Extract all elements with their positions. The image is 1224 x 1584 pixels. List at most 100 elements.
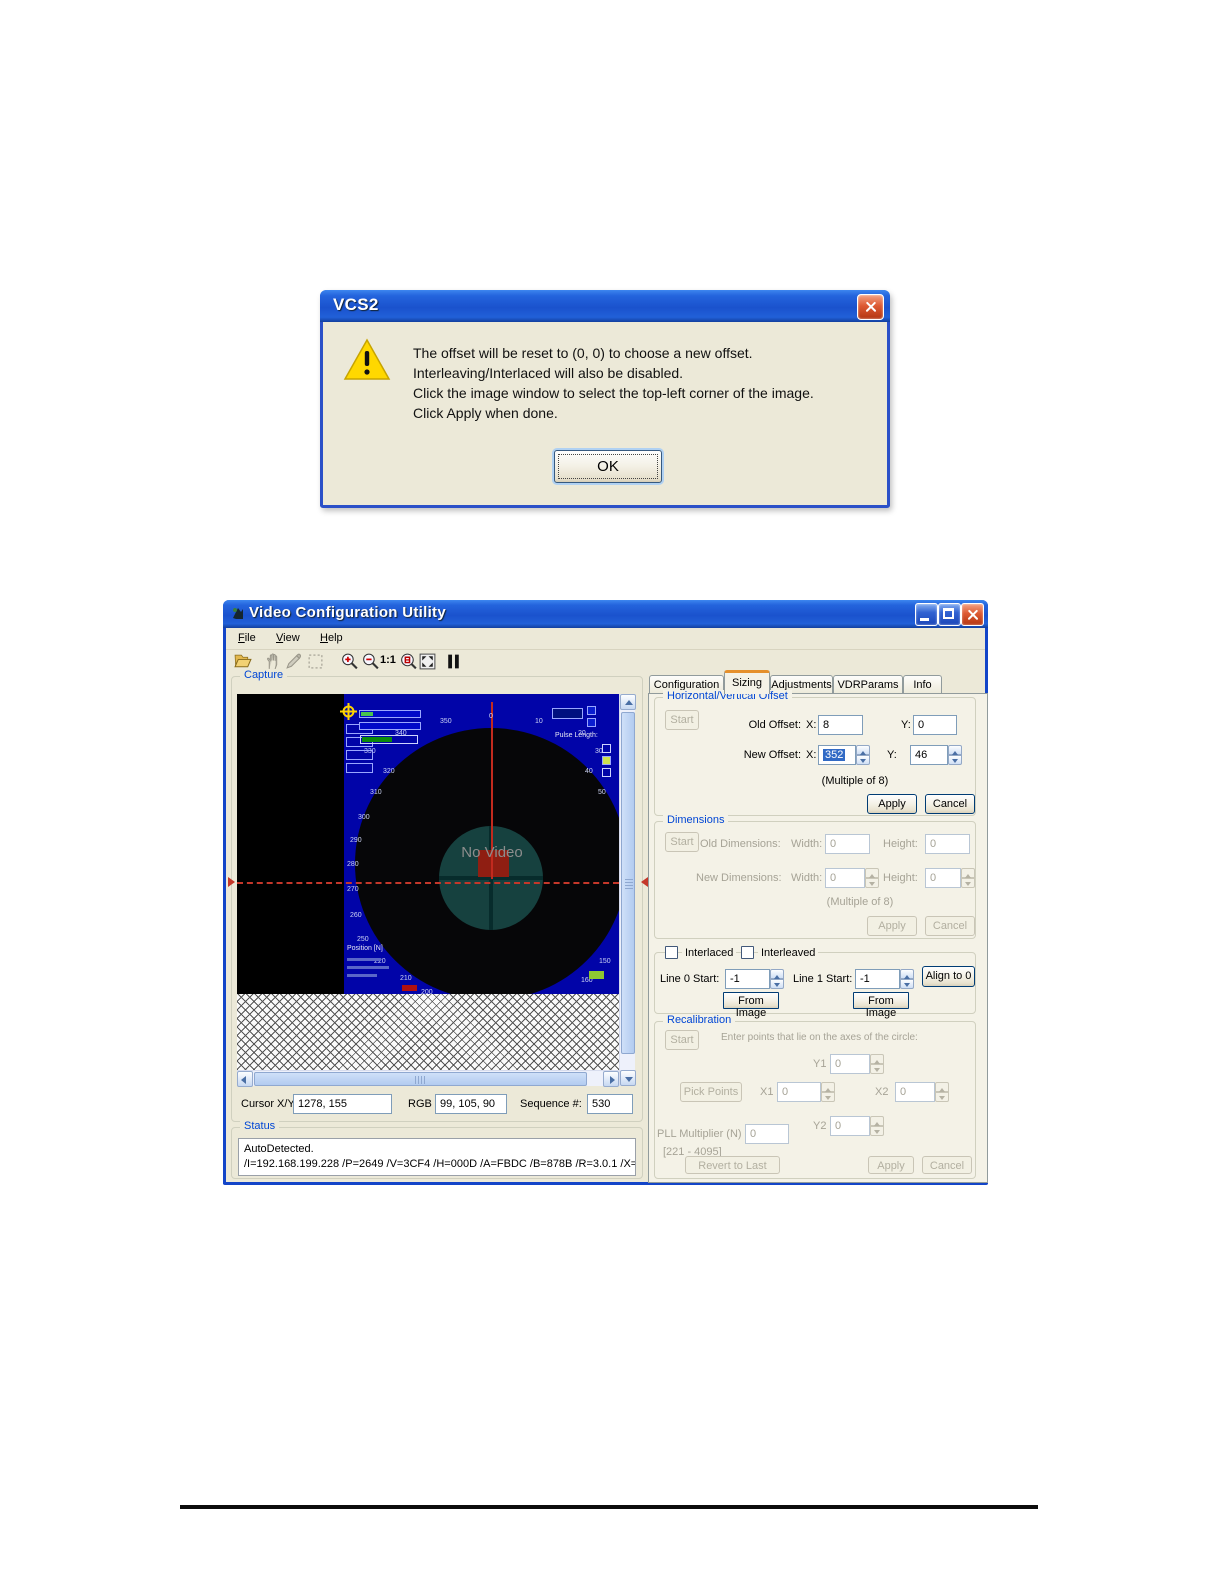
menu-help[interactable]: Help bbox=[316, 631, 347, 645]
line0-from-image-button[interactable]: From Image bbox=[723, 992, 779, 1019]
old-width-field[interactable]: 0 bbox=[825, 834, 870, 854]
close-icon[interactable] bbox=[961, 603, 984, 626]
compass-bearing-label: 10 bbox=[535, 718, 543, 725]
tab-sizing[interactable]: Sizing bbox=[724, 670, 770, 694]
new-width-field[interactable]: 0 bbox=[825, 868, 865, 888]
y1-label: Y1 bbox=[813, 1058, 827, 1070]
dimensions-start-button[interactable]: Start bbox=[665, 832, 699, 852]
vertical-scroll-thumb[interactable] bbox=[621, 712, 635, 1054]
maximize-icon[interactable] bbox=[938, 603, 961, 626]
y2-field[interactable]: 0 bbox=[830, 1116, 870, 1136]
compass-bearing-label: 290 bbox=[350, 837, 362, 844]
radar-panel-button bbox=[346, 763, 373, 773]
old-height-field[interactable]: 0 bbox=[925, 834, 970, 854]
compass-bearing-label: 40 bbox=[585, 768, 593, 775]
zoom-selection-icon[interactable] bbox=[399, 652, 418, 671]
recalibration-cancel-button[interactable]: Cancel bbox=[922, 1156, 972, 1174]
marquee-select-icon bbox=[306, 652, 325, 671]
scroll-down-icon[interactable] bbox=[620, 1070, 636, 1086]
interlaced-label: Interlaced bbox=[682, 947, 737, 959]
interleaved-checkbox[interactable] bbox=[741, 946, 754, 959]
radar-red-chip bbox=[402, 985, 417, 991]
pause-icon[interactable] bbox=[444, 652, 463, 671]
fit-to-window-icon[interactable] bbox=[418, 652, 437, 671]
line1-spinner[interactable] bbox=[900, 969, 914, 989]
new-offset-y-field[interactable]: 46 bbox=[910, 745, 948, 765]
y1-spinner[interactable] bbox=[870, 1054, 884, 1074]
close-icon[interactable] bbox=[857, 294, 884, 320]
line0-start-field[interactable]: -1 bbox=[725, 969, 770, 989]
dialog-titlebar[interactable]: VCS2 bbox=[320, 290, 890, 322]
offset-group: Horizontal/Vertical Offset Start Old Off… bbox=[654, 690, 976, 816]
cursor-xy-value: 1278, 155 bbox=[293, 1094, 392, 1114]
y2-spinner[interactable] bbox=[870, 1116, 884, 1136]
new-offset-y-spinner[interactable] bbox=[948, 745, 962, 765]
scroll-left-icon[interactable] bbox=[237, 1071, 253, 1087]
tab-vdrparams[interactable]: VDRParams bbox=[833, 675, 903, 694]
multiple-of-8-note: (Multiple of 8) bbox=[826, 896, 894, 908]
scroll-right-icon[interactable] bbox=[603, 1071, 619, 1087]
menu-file[interactable]: File bbox=[234, 631, 260, 645]
compass-bearing-label: 310 bbox=[370, 789, 382, 796]
x1-spinner[interactable] bbox=[821, 1082, 835, 1102]
window-titlebar[interactable]: Video Configuration Utility bbox=[223, 600, 988, 628]
compass-bearing-label: 210 bbox=[400, 975, 412, 982]
x1-field[interactable]: 0 bbox=[777, 1082, 821, 1102]
footer-rule bbox=[180, 1505, 1038, 1509]
line0-spinner[interactable] bbox=[770, 969, 784, 989]
new-width-spinner[interactable] bbox=[865, 868, 879, 888]
dimensions-cancel-button[interactable]: Cancel bbox=[925, 916, 975, 936]
new-offset-x-spinner[interactable] bbox=[856, 745, 870, 765]
align-to-0-button[interactable]: Align to 0 bbox=[922, 966, 975, 987]
zoom-in-icon[interactable] bbox=[340, 652, 359, 671]
pll-multiplier-field[interactable]: 0 bbox=[745, 1124, 789, 1144]
scroll-up-icon[interactable] bbox=[620, 694, 636, 710]
capture-video-area[interactable]: 350 0 10 340 20 330 30 320 40 310 50 300 290 280 270 26… bbox=[237, 694, 619, 994]
interlace-group: Interlaced Interleaved Line 0 Start: -1 … bbox=[654, 946, 976, 1019]
zoom-out-icon[interactable] bbox=[361, 652, 380, 671]
radar-chip bbox=[602, 768, 611, 777]
compass-bearing-label: 270 bbox=[347, 886, 359, 893]
new-offset-x-field[interactable]: 352 bbox=[818, 745, 856, 765]
radar-text-line bbox=[347, 958, 381, 961]
compass-bearing-label: 0 bbox=[489, 713, 493, 720]
new-height-spinner[interactable] bbox=[961, 868, 975, 888]
radar-chip bbox=[602, 756, 611, 765]
x2-spinner[interactable] bbox=[935, 1082, 949, 1102]
dialog-message-line: Click Apply when done. bbox=[413, 405, 558, 421]
radar-level-bar bbox=[360, 735, 418, 744]
offset-apply-button[interactable]: Apply bbox=[867, 794, 917, 814]
minimize-icon[interactable] bbox=[915, 603, 938, 626]
interlaced-checkbox[interactable] bbox=[665, 946, 678, 959]
radar-dropdown bbox=[552, 708, 583, 719]
recalibration-apply-button[interactable]: Apply bbox=[868, 1156, 914, 1174]
horizontal-scrollbar[interactable] bbox=[237, 1070, 619, 1087]
sequence-value: 530 bbox=[587, 1094, 633, 1114]
revert-to-last-button[interactable]: Revert to Last bbox=[685, 1156, 780, 1174]
interleaved-label: Interleaved bbox=[758, 947, 819, 959]
actual-size-button[interactable]: 1:1 bbox=[380, 654, 396, 666]
recalibration-start-button[interactable]: Start bbox=[665, 1030, 699, 1050]
empty-frame-hatch bbox=[237, 994, 619, 1070]
new-height-field[interactable]: 0 bbox=[925, 868, 961, 888]
compass-bearing-label: 300 bbox=[358, 814, 370, 821]
menu-view[interactable]: View bbox=[272, 631, 304, 645]
dimensions-apply-button[interactable]: Apply bbox=[867, 916, 917, 936]
old-offset-y-field[interactable]: 0 bbox=[913, 715, 957, 735]
height-label: Height: bbox=[883, 872, 918, 884]
tab-info[interactable]: Info bbox=[903, 675, 942, 694]
offset-cancel-button[interactable]: Cancel bbox=[925, 794, 975, 814]
old-offset-x-field[interactable]: 8 bbox=[818, 715, 863, 735]
vertical-scrollbar[interactable] bbox=[619, 694, 636, 1086]
x-label: X: bbox=[806, 749, 817, 761]
x2-field[interactable]: 0 bbox=[895, 1082, 935, 1102]
line1-start-field[interactable]: -1 bbox=[855, 969, 900, 989]
horizontal-scroll-thumb[interactable] bbox=[254, 1072, 587, 1086]
old-dimensions-label: Old Dimensions: bbox=[700, 838, 781, 850]
line1-from-image-button[interactable]: From Image bbox=[853, 992, 909, 1019]
y1-field[interactable]: 0 bbox=[830, 1054, 870, 1074]
pick-points-button[interactable]: Pick Points bbox=[680, 1082, 742, 1102]
toolbar: 1:1 bbox=[226, 649, 985, 675]
offset-start-button[interactable]: Start bbox=[665, 710, 699, 730]
ok-button[interactable]: OK bbox=[554, 450, 662, 483]
